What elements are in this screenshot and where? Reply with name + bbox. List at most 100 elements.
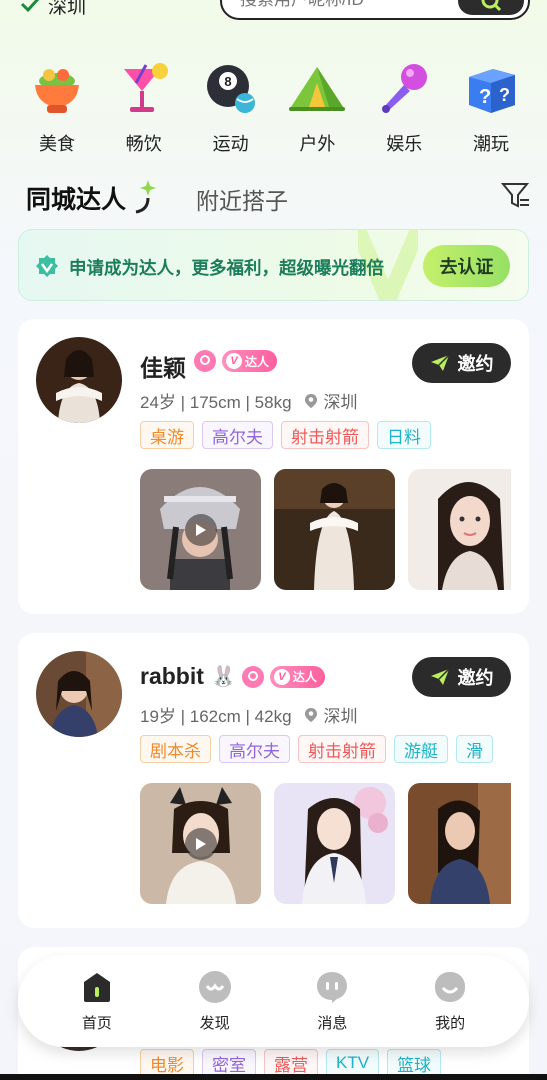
rabbit-emoji: 🐰 (211, 666, 236, 688)
play-icon (184, 513, 217, 546)
tab-home[interactable]: 首页 (57, 970, 137, 1033)
category-entertainment[interactable]: 娱乐 (361, 58, 447, 156)
tab-local-experts[interactable]: 同城达人 (26, 180, 126, 216)
search-input[interactable] (240, 0, 450, 10)
badge-row: V 达人 (194, 350, 278, 372)
top-bar: 深圳 (0, 0, 547, 22)
discover-icon (198, 970, 231, 1003)
interest-tag: 露营 (264, 1049, 318, 1077)
interest-tags: 桌游 高尔夫 射击射箭 日料 (140, 421, 529, 451)
expert-badge-label: 达人 (292, 670, 317, 684)
category-label: 畅饮 (125, 134, 162, 154)
v-badge-icon: V (226, 353, 242, 369)
location-selector[interactable]: 深圳 (20, 0, 86, 19)
sparkle-underline-icon (135, 180, 156, 214)
interest-tag: 高尔夫 (219, 735, 290, 763)
user-meta: 24岁 | 175cm | 58kg 深圳 (140, 388, 358, 413)
photo-thumbnail[interactable] (274, 783, 395, 904)
photo-gallery (140, 469, 511, 590)
user-city: 深圳 (323, 707, 358, 726)
verified-badge-icon (36, 255, 58, 277)
tab-messages[interactable]: 消息 (292, 970, 372, 1033)
user-stats: 19岁 | 162cm | 42kg (140, 707, 292, 726)
banner-text: 申请成为达人，更多福利，超级曝光翻倍 (69, 258, 384, 278)
search-button[interactable] (458, 0, 524, 15)
tab-nearby-buddies[interactable]: 附近搭子 (196, 182, 288, 216)
video-thumbnail[interactable] (140, 469, 261, 590)
category-trendy-toys[interactable]: ?? 潮玩 (448, 58, 534, 156)
invite-button[interactable]: 邀约 (412, 343, 511, 383)
expert-badge-label: 达人 (245, 354, 270, 369)
svg-text:?: ? (499, 85, 510, 105)
interest-tag: 射击射箭 (298, 735, 386, 763)
expert-apply-banner[interactable]: 申请成为达人，更多福利，超级曝光翻倍 去认证 (18, 229, 529, 301)
interest-tag: 游艇 (394, 735, 448, 763)
user-name: 佳颖 (140, 355, 186, 381)
female-icon (241, 665, 264, 688)
filter-icon[interactable] (501, 180, 531, 210)
microphone-icon (373, 58, 435, 120)
expert-card[interactable]: 佳颖 V 达人 邀约 24岁 | 175cm | 58kg 深圳 桌游 高尔夫 射… (18, 319, 529, 614)
bottom-tab-bar: 首页 发现 消息 我的 (18, 955, 529, 1047)
verify-button[interactable]: 去认证 (423, 245, 510, 287)
system-home-indicator (0, 1074, 547, 1080)
invite-label: 邀约 (457, 354, 494, 374)
interest-tag: 密室 (202, 1049, 256, 1077)
category-label: 美食 (39, 134, 75, 154)
photo-gallery (140, 783, 511, 904)
avatar[interactable] (36, 337, 122, 423)
category-drinks[interactable]: 畅饮 (101, 58, 187, 156)
paper-plane-icon (430, 354, 450, 371)
user-stats: 24岁 | 175cm | 58kg (140, 393, 292, 412)
home-icon (83, 972, 110, 1002)
svg-text:?: ? (479, 86, 491, 108)
interest-tags: 剧本杀 高尔夫 射击射箭 游艇 滑 (140, 735, 529, 765)
interest-tag: 射击射箭 (281, 421, 369, 449)
expert-card[interactable]: rabbit 🐰 V 达人 邀约 19岁 | 162cm | 42kg 深圳 剧本… (18, 633, 529, 928)
message-icon (317, 971, 348, 1003)
video-thumbnail[interactable] (140, 783, 261, 904)
billiard-ball-icon: 8 (200, 58, 262, 120)
category-label: 运动 (212, 134, 249, 154)
category-sports[interactable]: 8 运动 (188, 58, 274, 156)
avatar[interactable] (36, 651, 122, 737)
category-row: 美食 畅饮 8 运动 户外 娱乐 ?? 潮玩 (14, 58, 534, 156)
interest-tag: 滑 (456, 735, 493, 763)
tab-label: 发现 (199, 1014, 230, 1032)
location-pin-icon (304, 393, 317, 408)
photo-thumbnail[interactable] (274, 469, 395, 590)
photo-thumbnail[interactable] (408, 469, 511, 590)
search-icon (481, 0, 502, 12)
invite-label: 邀约 (457, 668, 494, 688)
interest-tag: 桌游 (140, 421, 194, 449)
feed-tabs: 同城达人 附近搭子 (26, 178, 531, 218)
svg-text:8: 8 (224, 74, 231, 89)
location-pin-icon (304, 707, 317, 722)
user-name: rabbit (140, 663, 204, 689)
category-label: 潮玩 (472, 134, 509, 154)
interest-tag: 电影 (140, 1049, 194, 1077)
tab-profile[interactable]: 我的 (410, 970, 490, 1033)
interest-tag: 日料 (377, 421, 431, 449)
interest-tag: 剧本杀 (140, 735, 211, 763)
expert-badge: V 达人 (269, 665, 325, 688)
category-food[interactable]: 美食 (14, 58, 100, 156)
profile-icon (435, 971, 466, 1002)
play-icon (184, 827, 217, 860)
invite-button[interactable]: 邀约 (412, 657, 511, 697)
location-check-icon (20, 0, 39, 12)
v-badge-icon: V (273, 668, 290, 685)
mystery-box-icon: ?? (460, 58, 522, 120)
category-label: 户外 (299, 134, 336, 154)
tab-label: 首页 (81, 1014, 112, 1032)
photo-thumbnail[interactable] (408, 783, 511, 904)
interest-tag: 篮球 (387, 1049, 442, 1077)
female-icon (194, 350, 216, 372)
category-outdoor[interactable]: 户外 (274, 58, 360, 156)
cocktail-icon (113, 58, 175, 120)
food-pot-icon (26, 58, 88, 120)
tab-discover[interactable]: 发现 (175, 970, 255, 1033)
search-bar[interactable] (220, 0, 530, 20)
tab-label: 消息 (317, 1014, 348, 1032)
paper-plane-icon (430, 668, 450, 685)
